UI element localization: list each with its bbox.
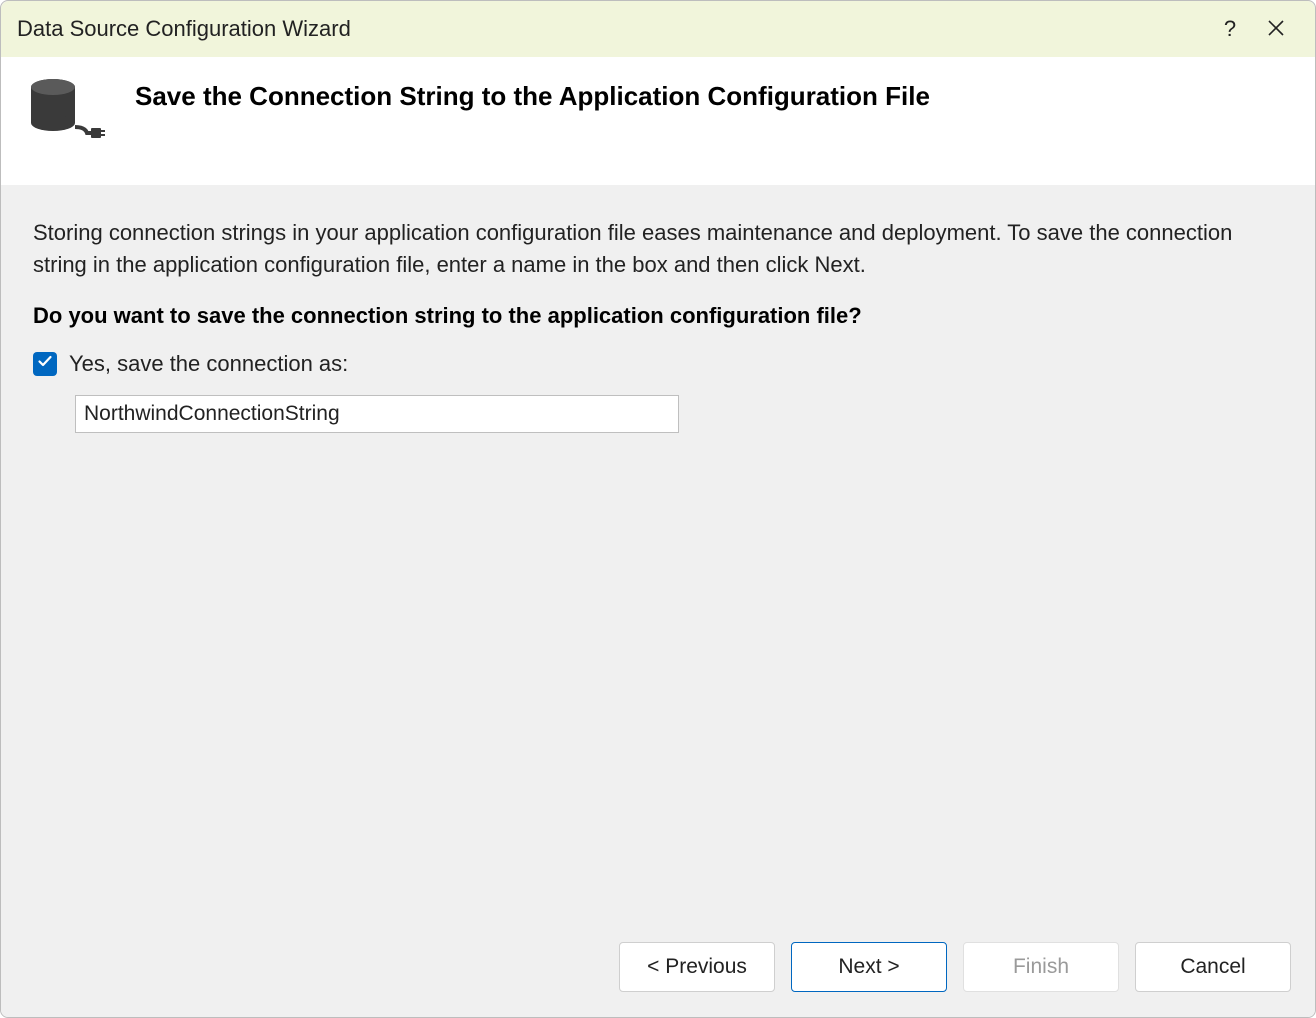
window-title: Data Source Configuration Wizard	[17, 16, 1207, 42]
description-text: Storing connection strings in your appli…	[33, 217, 1283, 281]
titlebar: Data Source Configuration Wizard ?	[1, 1, 1315, 57]
question-text: Do you want to save the connection strin…	[33, 303, 1283, 329]
wizard-window: Data Source Configuration Wizard ? Save …	[0, 0, 1316, 1018]
finish-button: Finish	[963, 942, 1119, 992]
wizard-step-title: Save the Connection String to the Applic…	[135, 75, 930, 112]
help-button[interactable]: ?	[1207, 6, 1253, 52]
help-icon: ?	[1224, 16, 1236, 42]
connection-name-input[interactable]	[75, 395, 679, 433]
close-button[interactable]	[1253, 6, 1299, 52]
wizard-button-bar: < Previous Next > Finish Cancel	[1, 933, 1315, 1017]
database-plug-icon	[25, 77, 107, 147]
close-icon	[1268, 16, 1284, 42]
spacer	[33, 433, 1283, 933]
save-connection-checkbox[interactable]	[33, 352, 57, 376]
save-connection-label: Yes, save the connection as:	[69, 351, 348, 377]
wizard-header: Save the Connection String to the Applic…	[1, 57, 1315, 185]
checkmark-icon	[37, 353, 53, 374]
wizard-body: Storing connection strings in your appli…	[1, 185, 1315, 933]
save-connection-checkbox-row: Yes, save the connection as:	[33, 351, 1283, 377]
next-button[interactable]: Next >	[791, 942, 947, 992]
previous-button[interactable]: < Previous	[619, 942, 775, 992]
cancel-button[interactable]: Cancel	[1135, 942, 1291, 992]
